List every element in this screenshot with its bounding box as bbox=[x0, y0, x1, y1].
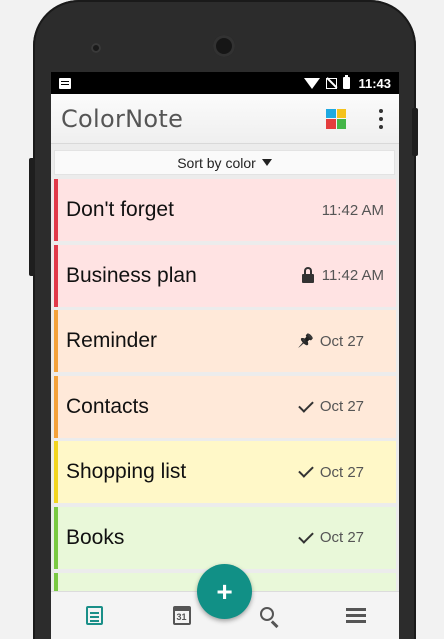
note-title: Don't forget bbox=[66, 198, 174, 221]
sensor-dot bbox=[91, 43, 101, 53]
note-title: Business plan bbox=[66, 263, 197, 287]
pin-icon: 📌 bbox=[297, 333, 314, 349]
note-date: Oct 27 bbox=[319, 332, 364, 350]
add-note-button[interactable]: + bbox=[197, 564, 252, 619]
check-icon bbox=[298, 528, 314, 546]
note-meta: 11:42 AM bbox=[300, 266, 384, 285]
nav-search[interactable] bbox=[245, 596, 293, 636]
sort-label: Sort by color bbox=[177, 154, 256, 171]
check-icon bbox=[298, 397, 314, 415]
note-title: Reminder bbox=[66, 329, 158, 353]
note-item[interactable]: Books Oct 27 bbox=[54, 506, 396, 569]
status-bar: 11:43 bbox=[51, 72, 399, 94]
note-title: Contacts bbox=[66, 394, 149, 418]
note-title: Books bbox=[66, 525, 125, 549]
notification-icon bbox=[59, 77, 71, 89]
wifi-icon bbox=[304, 77, 321, 89]
dropdown-arrow-icon bbox=[261, 159, 272, 166]
note-date: 11:42 AM bbox=[321, 267, 384, 285]
note-date: Oct 27 bbox=[319, 463, 364, 481]
status-time: 11:43 bbox=[358, 75, 391, 91]
app-bar: ColorNote bbox=[51, 94, 399, 144]
volume-button bbox=[29, 158, 35, 276]
note-meta: Oct 27 bbox=[298, 528, 384, 547]
nav-notes[interactable] bbox=[71, 596, 119, 636]
notes-list-icon bbox=[86, 606, 103, 625]
note-item[interactable]: Reminder 📌 Oct 27 bbox=[54, 310, 396, 373]
note-title: Shopping list bbox=[66, 460, 187, 484]
screen: 11:43 ColorNote Sort by color Don't forg… bbox=[51, 72, 399, 639]
note-date: 11:42 AM bbox=[321, 201, 384, 219]
front-camera bbox=[213, 35, 235, 57]
note-meta: 📌 Oct 27 bbox=[298, 333, 384, 350]
no-signal-icon bbox=[326, 77, 338, 89]
note-item[interactable]: Shopping list Oct 27 bbox=[54, 441, 396, 504]
search-icon bbox=[259, 606, 274, 621]
note-meta: Oct 27 bbox=[298, 397, 384, 416]
color-palette-icon[interactable] bbox=[326, 108, 346, 129]
note-date: Oct 27 bbox=[319, 529, 364, 547]
calendar-icon: 31 bbox=[172, 606, 191, 625]
sort-button[interactable]: Sort by color bbox=[54, 150, 395, 175]
note-item[interactable]: Contacts Oct 27 bbox=[54, 375, 396, 438]
lock-icon bbox=[300, 266, 316, 284]
note-date: Oct 27 bbox=[319, 398, 364, 416]
app-logo: ColorNote bbox=[61, 104, 184, 133]
note-item[interactable]: Don't forget 11:42 AM bbox=[54, 179, 396, 241]
power-button bbox=[412, 108, 418, 156]
nav-menu[interactable] bbox=[332, 596, 380, 636]
more-vert-icon[interactable] bbox=[373, 108, 389, 129]
note-item[interactable]: Business plan 11:42 AM bbox=[54, 244, 396, 307]
menu-icon bbox=[345, 614, 366, 617]
battery-icon bbox=[343, 75, 351, 89]
note-meta: Oct 27 bbox=[298, 462, 384, 481]
note-meta: 11:42 AM bbox=[322, 202, 384, 219]
check-icon bbox=[298, 462, 314, 480]
